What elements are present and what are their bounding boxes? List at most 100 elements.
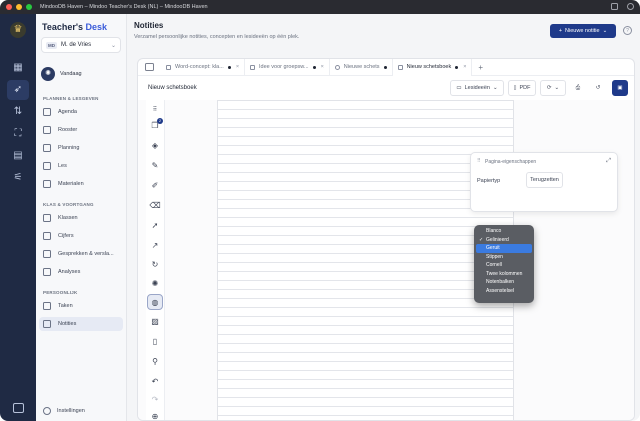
drag-handle-icon[interactable]: ⠿ — [147, 102, 163, 118]
save-button[interactable]: ▣ — [612, 80, 628, 96]
brand-name-part: Teacher's — [42, 22, 83, 32]
print-icon: ⎙ — [575, 84, 581, 91]
menu-item-stippen[interactable]: Stippen — [476, 253, 532, 262]
tab-bar: Word-concept: kla... × Idee voor groepsw.… — [138, 59, 634, 76]
database-icon[interactable]: ▤ — [7, 146, 29, 166]
drag-handle-icon[interactable]: ⠿ — [477, 158, 481, 164]
add-tab-icon[interactable]: + — [478, 63, 483, 72]
tab-label: Word-concept: kla... — [175, 64, 224, 70]
sidebar-item-instellingen[interactable]: Instellingen — [43, 407, 85, 415]
tab-nieuw-schetsboek[interactable]: Nieuw schetsboek × — [392, 59, 473, 76]
lined-paper-page[interactable] — [217, 100, 514, 420]
menu-item-geruit[interactable]: Geruit — [476, 244, 532, 253]
chevron-down-icon: ⌄ — [554, 85, 560, 91]
close-window-button[interactable] — [6, 4, 12, 10]
layers-icon[interactable]: ◈ — [147, 138, 163, 154]
menu-item-twee-kolommen[interactable]: Twee kolommen — [476, 270, 532, 279]
close-tab-icon[interactable]: × — [236, 64, 239, 70]
checklist-icon — [43, 302, 51, 310]
sort-icon[interactable]: ⇅ — [7, 102, 29, 122]
today-link[interactable]: ✺ Vandaag — [41, 67, 82, 81]
plan-icon — [43, 144, 51, 152]
sidebar-item-les[interactable]: Les — [39, 159, 123, 173]
reset-button[interactable]: Terugzetten — [526, 172, 563, 188]
print-button[interactable]: ⎙ — [570, 80, 586, 96]
category-select[interactable]: ▭ Lesideeën ⌄ — [450, 80, 504, 96]
sync-button[interactable]: ⟳ ⌄ — [540, 80, 566, 96]
chevron-down-icon: ⌄ — [110, 42, 116, 49]
menu-item-blanco[interactable]: Blanco — [476, 227, 532, 236]
sidebar-item-planning[interactable]: Planning — [39, 141, 123, 155]
sidebar-toggle-icon[interactable] — [145, 63, 154, 71]
user-selector[interactable]: MD M. de Vries ⌄ — [41, 37, 121, 53]
account-icon[interactable] — [627, 3, 634, 10]
sidebar-item-klassen[interactable]: Klassen — [39, 211, 123, 225]
sidebar-item-taken[interactable]: Taken — [39, 299, 123, 313]
connect-icon[interactable]: ⛶ — [7, 124, 29, 144]
zoom-in-icon[interactable]: ⊕ — [147, 409, 163, 420]
close-tab-icon[interactable]: × — [463, 64, 466, 70]
menu-item-notenbalken[interactable]: Notenbalken — [476, 278, 532, 287]
pointer-icon[interactable]: ➚ — [147, 218, 163, 234]
palette-icon[interactable]: ◍ — [147, 294, 163, 310]
external-window-icon[interactable] — [611, 3, 618, 10]
tab-word-concept[interactable]: Word-concept: kla... × — [161, 59, 246, 76]
eraser-icon[interactable]: ⌫ — [147, 198, 163, 214]
laser-icon[interactable]: ✺ — [147, 276, 163, 292]
grades-icon — [43, 232, 51, 240]
menu-item-assenstelsel[interactable]: Assenstelsel — [476, 287, 532, 296]
page-title: Notities — [134, 21, 164, 30]
sidebar-item-label: Les — [58, 163, 67, 169]
pages-tool[interactable]: ❐ 2 — [147, 118, 163, 134]
sidebar-item-cijfers[interactable]: Cijfers — [39, 229, 123, 243]
menu-item-label: Cornell — [486, 262, 502, 268]
sidebar-item-label: Materialen — [58, 181, 84, 187]
undo-icon[interactable]: ↶ — [147, 374, 163, 390]
new-note-button[interactable]: + Nieuwe notitie ⌄ — [550, 24, 616, 38]
sidebar-item-notities[interactable]: Notities — [39, 317, 123, 331]
history-button[interactable]: ↺ — [590, 80, 606, 96]
chevron-down-icon: ⌄ — [602, 28, 608, 34]
paper-type-menu: Blanco ✓ Gelinieerd Geruit Stippen Cornel… — [474, 225, 534, 303]
sliders-icon[interactable]: ⚟ — [7, 168, 29, 188]
close-tab-icon[interactable]: × — [321, 64, 324, 70]
sidebar-item-label: Klassen — [58, 215, 78, 221]
lasso-icon[interactable]: ↻ — [147, 257, 163, 273]
curve-icon[interactable]: ↗ — [147, 238, 163, 254]
sidebar-item-rooster[interactable]: Rooster — [39, 123, 123, 137]
help-icon[interactable]: ? — [623, 26, 632, 35]
sidebar-item-analyses[interactable]: Analyses — [39, 265, 123, 279]
sidebar-item-agenda[interactable]: Agenda — [39, 105, 123, 119]
sidebar-item-materialen[interactable]: Materialen — [39, 177, 123, 191]
tab-label: Nieuw schetsboek — [406, 64, 452, 70]
unsaved-dot-icon — [312, 65, 316, 69]
menu-item-cornell[interactable]: Cornell — [476, 261, 532, 270]
attachment-icon[interactable]: ⚲ — [147, 354, 163, 370]
zoom-window-button[interactable] — [26, 4, 32, 10]
redo-icon[interactable]: ↷ — [147, 392, 163, 408]
sidebar-item-label: Instellingen — [57, 408, 85, 414]
menu-item-label: Assenstelsel — [486, 287, 515, 294]
pencil-icon[interactable]: ✎ — [147, 158, 163, 174]
document-title-input[interactable]: Nieuw schetsboek — [144, 80, 439, 96]
menu-item-gelinieerd[interactable]: ✓ Gelinieerd — [476, 236, 532, 245]
tab-label: Idee voor groepsw... — [259, 64, 309, 70]
chat-icon — [43, 250, 51, 258]
panel-toggle-icon[interactable] — [13, 403, 24, 413]
sidebar-item-label: Gesprekken & versla... — [58, 251, 114, 257]
tab-nieuwe-schets[interactable]: Nieuwe schets — [330, 59, 393, 76]
pdf-button[interactable]: ▯ PDF — [508, 80, 536, 96]
expand-icon[interactable]: ⤢ — [606, 158, 611, 165]
window-title: MindooDB Haven – Mindoo Teacher's Desk (… — [40, 4, 208, 10]
page-icon[interactable]: ▯ — [147, 334, 163, 350]
minimize-window-button[interactable] — [16, 4, 22, 10]
sketchbook-icon — [397, 64, 403, 70]
section-personal: PERSOONLIJK — [43, 290, 78, 295]
rocket-icon[interactable]: ➶ — [7, 80, 29, 100]
image-icon[interactable]: ▨ — [147, 314, 163, 330]
tab-idee-groepswerk[interactable]: Idee voor groepsw... × — [245, 59, 330, 76]
highlighter-icon[interactable]: ✐ — [147, 178, 163, 194]
dashboard-icon[interactable]: ▦ — [7, 58, 29, 78]
menu-item-label: Geruit — [486, 245, 500, 251]
sidebar-item-gesprekken[interactable]: Gesprekken & versla... — [39, 247, 123, 261]
